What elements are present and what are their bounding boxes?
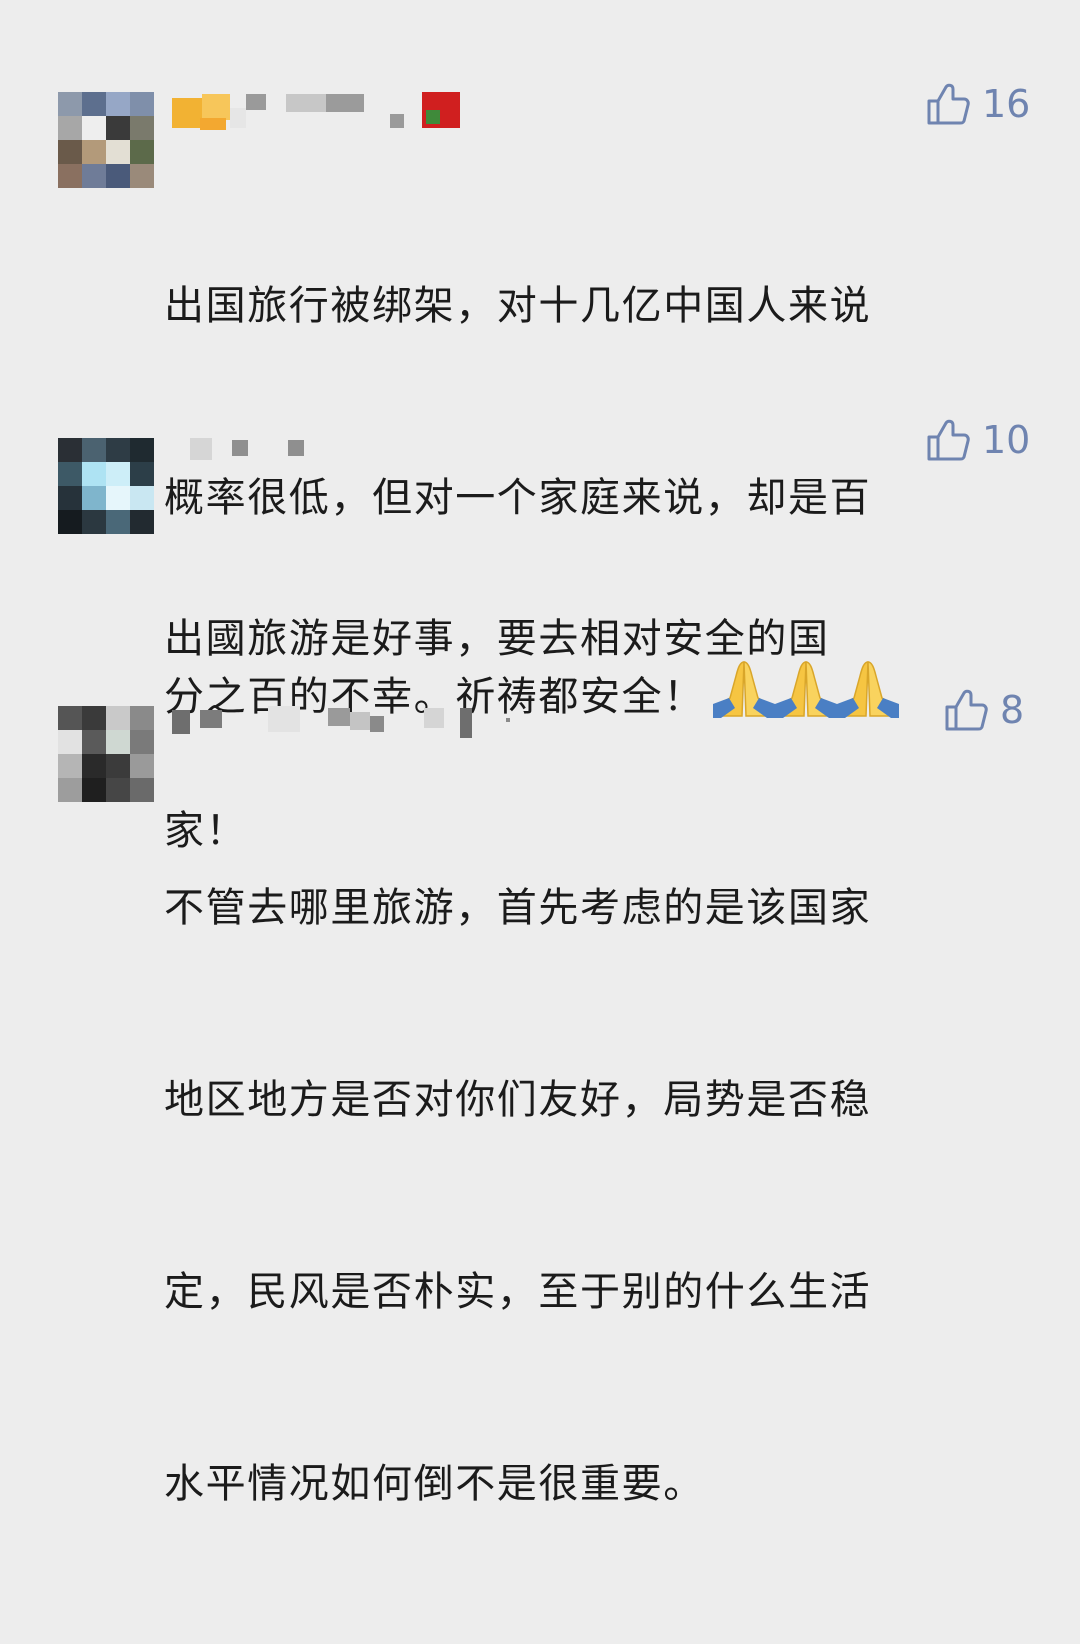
avatar-pixel	[58, 730, 82, 754]
avatar-pixel	[82, 706, 106, 730]
username-blurred[interactable]	[172, 90, 472, 130]
avatar-pixel	[106, 438, 130, 462]
avatar-pixel	[130, 486, 154, 510]
like-count: 8	[1000, 688, 1025, 732]
like-button[interactable]: 8	[944, 688, 1024, 732]
comment-line: 地区地方是否对你们友好，局势是否稳	[164, 1077, 872, 1123]
avatar-pixel	[58, 706, 82, 730]
like-button[interactable]: 16	[926, 82, 1030, 126]
like-button[interactable]: 10	[926, 418, 1030, 462]
avatar-pixel	[82, 164, 106, 188]
avatar-pixel	[106, 730, 130, 754]
thumbs-up-icon	[926, 82, 972, 126]
avatar-pixel	[82, 92, 106, 116]
avatar[interactable]	[58, 438, 154, 534]
avatar-pixel	[130, 92, 154, 116]
avatar-pixel	[82, 462, 106, 486]
avatar-pixel	[130, 438, 154, 462]
avatar-pixel	[106, 754, 130, 778]
avatar-pixel	[106, 778, 130, 802]
avatar-pixel	[82, 510, 106, 534]
avatar-pixel	[130, 164, 154, 188]
like-count: 16	[982, 82, 1031, 126]
avatar-pixel	[82, 486, 106, 510]
avatar-pixel	[58, 92, 82, 116]
avatar-pixel	[58, 140, 82, 164]
avatar-pixel	[130, 510, 154, 534]
avatar-pixel	[106, 462, 130, 486]
avatar-pixel	[130, 754, 154, 778]
avatar-pixel	[82, 438, 106, 462]
avatar-pixel	[130, 730, 154, 754]
avatar-pixel	[82, 140, 106, 164]
avatar-pixel	[130, 706, 154, 730]
avatar-pixel	[130, 778, 154, 802]
avatar-pixel	[58, 510, 82, 534]
avatar-pixel	[106, 510, 130, 534]
comment-text: 不管去哪里旅游，首先考虑的是该国家 地区地方是否对你们友好，局势是否稳 定，民风…	[164, 748, 994, 1644]
avatar-pixel	[106, 706, 130, 730]
avatar-pixel	[130, 462, 154, 486]
avatar-pixel	[58, 778, 82, 802]
avatar-pixel	[106, 116, 130, 140]
username-blurred[interactable]	[172, 434, 322, 474]
avatar-pixel	[58, 486, 82, 510]
avatar-pixel	[130, 140, 154, 164]
comment-line: 水平情况如何倒不是很重要。	[164, 1461, 705, 1507]
avatar-pixel	[58, 462, 82, 486]
comment-line: 出國旅游是好事，要去相对安全的国	[164, 616, 830, 662]
avatar-pixel	[82, 730, 106, 754]
avatar-pixel	[106, 140, 130, 164]
comment-line: 出国旅行被绑架，对十几亿中国人来说	[164, 283, 872, 329]
avatar-pixel	[82, 778, 106, 802]
avatar-pixel	[106, 486, 130, 510]
avatar-pixel	[130, 116, 154, 140]
avatar-pixel	[82, 116, 106, 140]
avatar[interactable]	[58, 706, 154, 802]
avatar[interactable]	[58, 92, 154, 188]
avatar-pixel	[58, 164, 82, 188]
thumbs-up-icon	[926, 418, 972, 462]
avatar-pixel	[58, 438, 82, 462]
thumbs-up-icon	[944, 688, 990, 732]
avatar-pixel	[106, 164, 130, 188]
avatar-pixel	[58, 754, 82, 778]
comment-line: 定，民风是否朴实，至于别的什么生活	[164, 1269, 872, 1315]
username-blurred[interactable]	[172, 702, 532, 742]
avatar-pixel	[82, 754, 106, 778]
comment-line: 不管去哪里旅游，首先考虑的是该国家	[164, 885, 872, 931]
avatar-pixel	[58, 116, 82, 140]
avatar-pixel	[106, 92, 130, 116]
like-count: 10	[982, 418, 1031, 462]
